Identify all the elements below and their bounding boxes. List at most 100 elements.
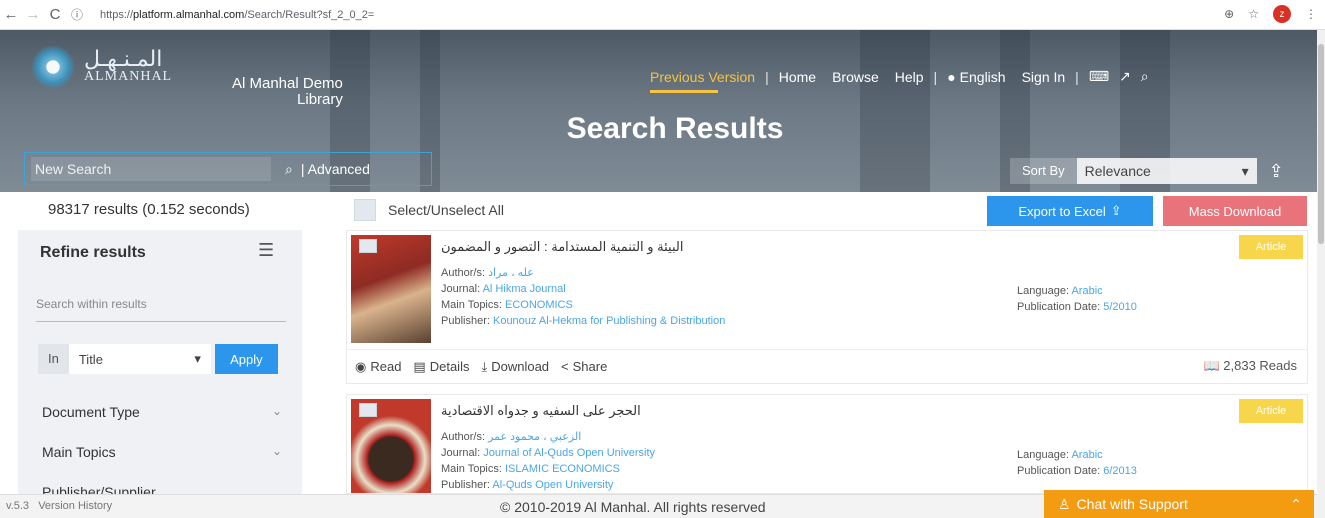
version-info: v.5.3 Version History — [6, 500, 112, 512]
download-action[interactable]: ⤓ Download — [481, 359, 549, 375]
reads-value: 2,833 Reads — [1223, 358, 1297, 373]
info-icon[interactable]: ⓘ — [66, 6, 88, 23]
language-label: Language: — [1017, 285, 1069, 297]
share-results-icon[interactable]: ⇪ — [1269, 161, 1284, 182]
reload-icon[interactable]: C — [44, 6, 66, 23]
star-icon[interactable]: ☆ — [1248, 7, 1259, 21]
page-scrollbar[interactable] — [1317, 30, 1325, 518]
refine-sidebar: Refine results ☰ In Title ▾ Apply Docume… — [18, 230, 302, 494]
topics-label: Main Topics: — [441, 299, 502, 311]
facet-publisher[interactable]: Publisher/Supplier — [42, 484, 282, 494]
share-icon: < — [561, 359, 569, 374]
type-badge: Article — [1239, 235, 1303, 259]
filter-settings-icon[interactable]: ☰ — [258, 240, 274, 261]
url-prefix: https:// — [100, 8, 134, 21]
facet-main-topics[interactable]: Main Topics ⌄ — [42, 444, 282, 460]
almanhal-logo[interactable]: المـنـهـل ALMANHAL — [28, 42, 172, 92]
nav-home[interactable]: Home — [779, 69, 816, 85]
version-history-link[interactable]: Version History — [38, 500, 112, 512]
advanced-search-link[interactable]: | Advanced — [301, 161, 370, 177]
select-all-label: Select/Unselect All — [388, 202, 504, 218]
search-icon[interactable]: ⌕ — [1141, 68, 1149, 85]
date-value[interactable]: 6/2013 — [1103, 465, 1137, 477]
facet-label: Publisher/Supplier — [42, 484, 156, 494]
keyboard-icon[interactable]: ⌨ — [1089, 68, 1109, 85]
result-title[interactable]: الحجر على السفيه و جدواه الاقتصادية — [441, 403, 641, 419]
version-number: v.5.3 — [6, 500, 30, 512]
author-label: Author/s: — [441, 431, 486, 443]
logo-mark-icon — [28, 42, 78, 92]
sort-by-label: Sort By — [1010, 158, 1077, 184]
topics-link[interactable]: ISLAMIC ECONOMICS — [505, 463, 620, 475]
publisher-label: Publisher: — [441, 479, 490, 491]
cover-thumbnail[interactable] — [351, 235, 431, 343]
address-bar[interactable]: https://platform.almanhal.com/Search/Res… — [100, 9, 374, 21]
active-underline — [650, 90, 718, 93]
result-actions: ◉ Read ▤ Details ⤓ Download < Share — [347, 349, 1307, 383]
result-title[interactable]: البيئة و التنمية المستدامة : التصور و ال… — [441, 239, 683, 255]
details-action[interactable]: ▤ Details — [413, 359, 469, 375]
field-select[interactable]: Title ▾ — [68, 344, 211, 374]
author-link[interactable]: الزعبي ، محمود عمر — [488, 431, 581, 443]
cover-thumbnail[interactable] — [351, 399, 431, 493]
result-meta: Author/s: عله ، مراد Journal: Al Hikma J… — [441, 265, 725, 329]
nav-browse[interactable]: Browse — [832, 69, 879, 85]
back-icon[interactable]: ← — [0, 6, 22, 23]
author-link[interactable]: عله ، مراد — [488, 267, 534, 279]
mass-download-button[interactable]: Mass Download — [1163, 196, 1307, 226]
export-excel-button[interactable]: Export to Excel ⇪ — [987, 196, 1153, 226]
publisher-link[interactable]: Kounouz Al-Hekma for Publishing & Distri… — [493, 315, 725, 327]
nav-sign-in[interactable]: Sign In — [1022, 69, 1066, 85]
select-all-checkbox[interactable] — [354, 199, 376, 221]
nav-previous-version[interactable]: Previous Version — [650, 69, 755, 85]
search-input[interactable] — [31, 157, 271, 181]
page-title: Search Results — [566, 112, 784, 145]
details-label: Details — [429, 359, 470, 374]
language-value[interactable]: Arabic — [1071, 285, 1102, 297]
nav-language[interactable]: English — [960, 69, 1006, 85]
search-within-input[interactable] — [36, 286, 286, 322]
results-toolbar: 98317 results (0.152 seconds) Select/Uns… — [0, 192, 1317, 228]
url-host: platform.almanhal.com — [133, 8, 245, 21]
select-all[interactable]: Select/Unselect All — [354, 199, 504, 221]
forward-icon[interactable]: → — [22, 6, 44, 23]
nav-help[interactable]: Help — [895, 69, 924, 85]
logo-english: ALMANHAL — [84, 69, 173, 84]
date-value[interactable]: 5/2010 — [1103, 301, 1137, 313]
search-submit-icon[interactable]: ⌕ — [285, 161, 293, 178]
facet-document-type[interactable]: Document Type ⌄ — [42, 404, 282, 420]
topics-link[interactable]: ECONOMICS — [505, 299, 573, 311]
author-label: Author/s: — [441, 267, 486, 279]
apply-button[interactable]: Apply — [214, 344, 278, 374]
journal-label: Journal: — [441, 447, 481, 459]
language-value[interactable]: Arabic — [1071, 449, 1102, 461]
field-value: Title — [78, 351, 103, 367]
chevron-up-icon: ⌃ — [1290, 495, 1302, 512]
type-badge: Article — [1239, 399, 1303, 423]
details-icon: ▤ — [413, 358, 426, 374]
share-label: Share — [572, 359, 608, 374]
arrow-icon[interactable]: ↗ — [1119, 68, 1131, 85]
chat-support-button[interactable]: ♙ Chat with Support ⌃ — [1044, 490, 1314, 518]
publisher-link[interactable]: Al-Quds Open University — [492, 479, 613, 491]
result-checkbox[interactable] — [359, 239, 377, 253]
journal-label: Journal: — [441, 283, 481, 295]
export-icon: ⇪ — [1110, 203, 1122, 218]
journal-link[interactable]: Journal of Al-Quds Open University — [483, 447, 655, 459]
library-name-line2: Library — [297, 91, 343, 108]
globe-icon: ● — [947, 68, 956, 85]
share-action[interactable]: < Share — [561, 359, 607, 374]
search-field-row: In Title ▾ Apply — [38, 344, 278, 374]
scrollbar-thumb[interactable] — [1318, 44, 1324, 244]
reads-count: 📖 2,833 Reads — [1203, 358, 1297, 374]
profile-avatar[interactable]: z — [1273, 5, 1291, 23]
export-label: Export to Excel — [1018, 203, 1106, 219]
sort-select[interactable]: Relevance ▾ — [1076, 158, 1257, 184]
result-card: البيئة و التنمية المستدامة : التصور و ال… — [346, 230, 1308, 384]
journal-link[interactable]: Al Hikma Journal — [483, 283, 566, 295]
date-label: Publication Date: — [1017, 465, 1101, 477]
result-checkbox[interactable] — [359, 403, 377, 417]
zoom-icon[interactable]: ⊕ — [1224, 7, 1234, 21]
read-action[interactable]: ◉ Read — [355, 359, 401, 375]
menu-icon[interactable]: ⋮ — [1305, 7, 1317, 21]
